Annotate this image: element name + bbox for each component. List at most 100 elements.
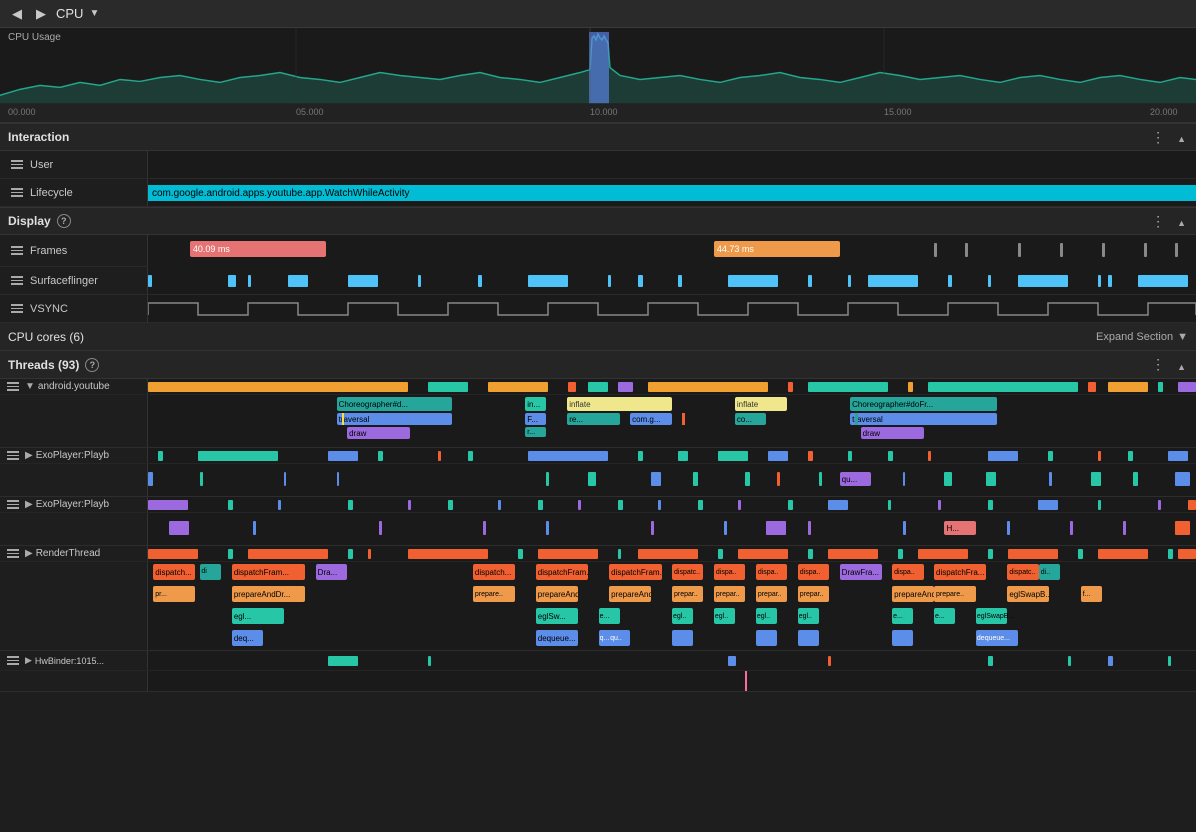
display-collapse-button[interactable] [1175, 213, 1188, 229]
dispatc-block-8[interactable]: dispa.. [892, 564, 923, 580]
expand-section-button[interactable]: Expand Section ▼ [1096, 331, 1188, 343]
q-block-2[interactable] [672, 630, 693, 646]
dispatc-block-7[interactable]: dispa.. [798, 564, 829, 580]
frame-bar-1[interactable]: 40.09 ms [190, 241, 326, 257]
exoplayer1-block-10[interactable] [777, 472, 780, 486]
prepareand-block-2[interactable]: prepareAnd... [536, 586, 578, 602]
exoplayer2-block-9[interactable] [808, 521, 811, 535]
lifecycle-activity-bar[interactable]: com.google.android.apps.youtube.app.Watc… [148, 185, 1196, 201]
display-help-icon[interactable]: ? [57, 214, 71, 228]
exoplayer1-block-1[interactable] [148, 472, 153, 486]
exoplayer1-block-9[interactable] [745, 472, 750, 486]
prepar-block-7[interactable]: prepar.. [798, 586, 829, 602]
prepare-block-1[interactable]: pr... [153, 586, 195, 602]
e-block-3[interactable]: egl.. [714, 608, 735, 624]
fra-block[interactable]: F... [525, 413, 546, 425]
exoplayer1-block-4[interactable] [337, 472, 339, 486]
prepar-block-5[interactable]: prepar.. [714, 586, 745, 602]
exoplayer2-block-12[interactable] [1070, 521, 1073, 535]
forward-button[interactable]: ▶ [32, 4, 50, 24]
eglswapb-block[interactable]: eglSwapB... [976, 608, 1007, 624]
dispatc-block-4[interactable]: dispatc.. [672, 564, 703, 580]
dispatch-block-1[interactable]: dispatch... [153, 564, 195, 580]
prepareando-block[interactable]: prepareAndO... [892, 586, 934, 602]
prepare-block-2[interactable]: prepare.. [473, 586, 515, 602]
q-block-4[interactable] [798, 630, 819, 646]
dispatchfram-block-3[interactable]: dispatchFram... [609, 564, 661, 580]
e-block-7[interactable]: e... [934, 608, 955, 624]
surfaceflinger-hamburger-icon[interactable] [8, 273, 26, 288]
frames-hamburger-icon[interactable] [8, 243, 26, 258]
exoplayer1-block-6[interactable] [588, 472, 596, 486]
prepareand-block-10[interactable]: eglSwapB... [1007, 586, 1049, 602]
exoplayer2-block-6[interactable] [651, 521, 654, 535]
exoplayer2-block-2[interactable] [253, 521, 256, 535]
di-block[interactable]: di [200, 564, 221, 580]
dequeue-block-2[interactable]: dequeue... [976, 630, 1018, 646]
exoplayer1-hamburger[interactable] [4, 448, 22, 463]
hwbinder-expand-icon[interactable]: ▶ [25, 655, 32, 666]
exoplayer1-block-16[interactable] [1091, 472, 1101, 486]
exoplayer1-block-17[interactable] [1133, 472, 1138, 486]
e-block-1[interactable]: e... [599, 608, 620, 624]
q-block-3[interactable] [756, 630, 777, 646]
android-youtube-expand-icon[interactable]: ▼ [25, 381, 35, 392]
exoplayer2-block-8[interactable] [766, 521, 786, 535]
prepareanddr-block-3[interactable]: prepareAndDr... [609, 586, 651, 602]
prepar-block-6[interactable]: prepar.. [756, 586, 787, 602]
e-block-5[interactable]: egl.. [798, 608, 819, 624]
com-g-block[interactable]: com.g... [630, 413, 672, 425]
exoplayer1-block-18[interactable] [1175, 472, 1190, 486]
exoplayer2-hamburger[interactable] [4, 497, 22, 512]
re-block[interactable]: re... [567, 413, 619, 425]
dispatc-block-10[interactable]: dispatc.. [1007, 564, 1038, 580]
exoplayer2-block-4[interactable] [483, 521, 486, 535]
prepareanddr-block-1[interactable]: prepareAndDr... [232, 586, 305, 602]
exoplayer2-block-11[interactable] [1007, 521, 1010, 535]
dispatchfr-block-2[interactable]: dispatchFram... [536, 564, 588, 580]
exoplayer2-block-14[interactable] [1175, 521, 1190, 535]
user-hamburger-icon[interactable] [8, 157, 26, 172]
H-block[interactable]: H... [944, 521, 975, 535]
f-block[interactable]: f... [1081, 586, 1102, 602]
dra-block-1[interactable]: Dra... [316, 564, 347, 580]
dispatc-block-6[interactable]: dispa.. [756, 564, 787, 580]
exoplayer1-block-11[interactable] [819, 472, 822, 486]
android-youtube-hamburger[interactable] [4, 379, 22, 394]
traversal-block-2[interactable]: traversal [850, 413, 997, 425]
exoplayer1-expand-icon[interactable]: ▶ [25, 450, 33, 461]
exoplayer2-block-7[interactable] [724, 521, 727, 535]
exoplayer2-block-5[interactable] [546, 521, 549, 535]
exoplayer2-block-1[interactable] [169, 521, 189, 535]
exoplayer1-block-2[interactable] [200, 472, 203, 486]
e-block-4[interactable]: egl.. [756, 608, 777, 624]
exoplayer1-block-15[interactable] [1049, 472, 1052, 486]
exoplayer1-block-13[interactable] [944, 472, 952, 486]
q-block-5[interactable] [892, 630, 913, 646]
threads-collapse-button[interactable] [1175, 357, 1188, 373]
threads-menu-button[interactable] [1149, 356, 1167, 373]
hwbinder-hamburger[interactable] [4, 653, 22, 668]
renderthread-expand-icon[interactable]: ▶ [25, 548, 33, 559]
draw-block-2[interactable]: draw [861, 427, 924, 439]
drawfra-block[interactable]: DrawFra... [840, 564, 882, 580]
dispatc-block-5[interactable]: dispa.. [714, 564, 745, 580]
exoplayer1-block-12[interactable] [903, 472, 905, 486]
co-block[interactable]: co... [735, 413, 766, 425]
exoplayer1-block-5[interactable] [546, 472, 549, 486]
egl-block-1[interactable]: egl... [232, 608, 284, 624]
exoplayer1-block-7[interactable] [651, 472, 661, 486]
lifecycle-hamburger-icon[interactable] [8, 185, 26, 200]
choreographer-block-2[interactable]: Choreographer#doFr... [850, 397, 997, 411]
interaction-collapse-button[interactable] [1175, 129, 1188, 145]
frame-bar-2[interactable]: 44.73 ms [714, 241, 840, 257]
threads-help-icon[interactable]: ? [85, 358, 99, 372]
renderthread-hamburger[interactable] [4, 546, 22, 561]
e-block-6[interactable]: e... [892, 608, 913, 624]
exoplayer1-block-14[interactable] [986, 472, 996, 486]
exoplayer1-block-8[interactable] [693, 472, 698, 486]
exoplayer1-block-3[interactable] [284, 472, 286, 486]
interaction-menu-button[interactable] [1149, 129, 1167, 146]
dispatchframe-block-1[interactable]: dispatchFram... [232, 564, 305, 580]
in-block[interactable]: in... [525, 397, 546, 411]
